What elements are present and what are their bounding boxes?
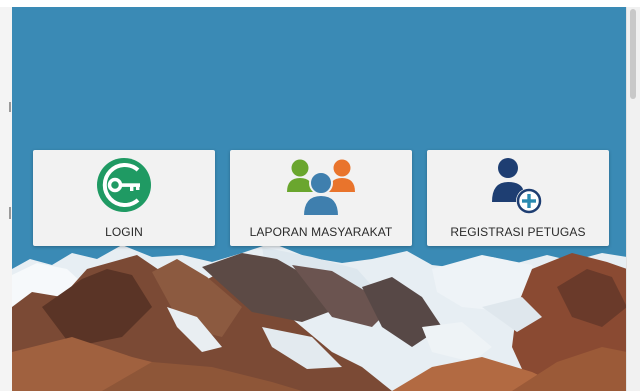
add-user-icon — [488, 156, 548, 223]
login-label: LOGIN — [105, 225, 143, 239]
key-icon — [95, 156, 153, 219]
window-left-edge — [0, 7, 12, 391]
laporan-masyarakat-card[interactable]: LAPORAN MASYARAKAT — [230, 150, 412, 246]
scrollbar-thumb[interactable] — [630, 9, 636, 99]
login-card[interactable]: LOGIN — [33, 150, 215, 246]
vertical-scrollbar[interactable] — [626, 7, 640, 391]
page-viewport: LOGIN LAPORAN MASYARAKAT REGISTRASI PETU… — [12, 7, 627, 391]
registrasi-petugas-label: REGISTRASI PETUGAS — [450, 225, 586, 239]
edge-tick — [9, 102, 11, 112]
laporan-masyarakat-label: LAPORAN MASYARAKAT — [249, 225, 393, 239]
edge-tick — [9, 207, 11, 219]
people-group-icon — [285, 156, 357, 223]
registrasi-petugas-card[interactable]: REGISTRASI PETUGAS — [427, 150, 609, 246]
